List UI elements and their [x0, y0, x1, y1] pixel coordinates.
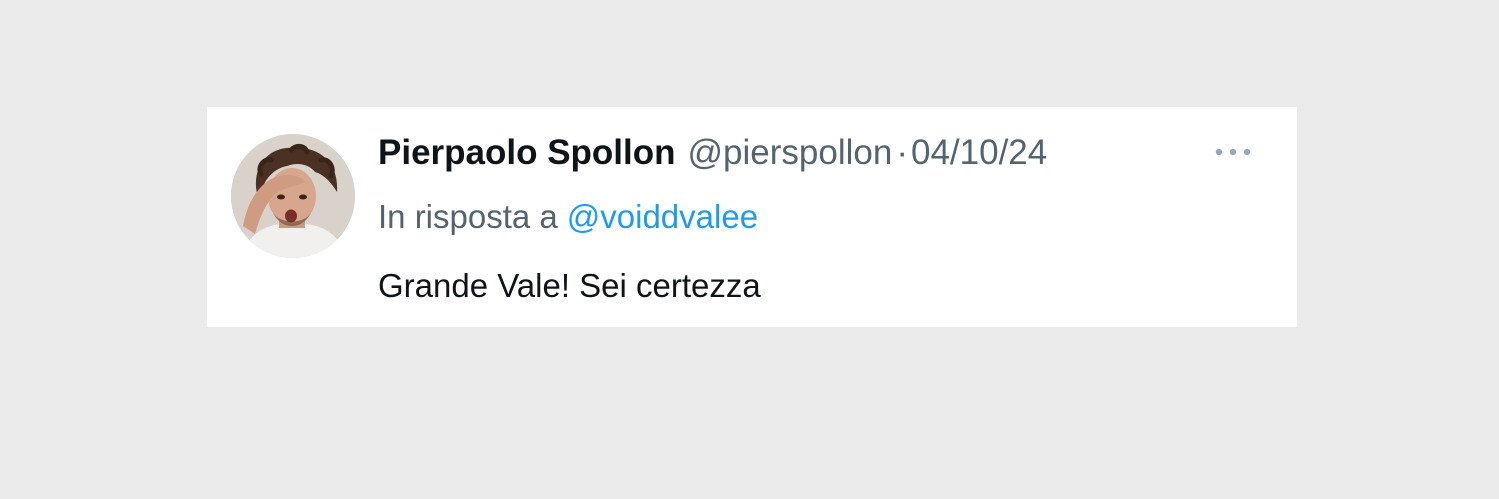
header-separator: ·: [896, 133, 908, 172]
more-horizontal-icon: [1215, 148, 1251, 156]
reply-mention-link[interactable]: @voiddvalee: [567, 198, 758, 235]
author-handle[interactable]: @pierspollon: [688, 131, 893, 175]
tweet-card[interactable]: Pierpaolo Spollon @pierspollon · 04/10/2…: [207, 107, 1297, 327]
avatar[interactable]: [231, 134, 355, 258]
tweet-header: Pierpaolo Spollon @pierspollon · 04/10/2…: [378, 131, 1047, 175]
tweet-timestamp[interactable]: 04/10/24: [911, 131, 1047, 175]
tweet-text: Grande Vale! Sei certezza: [378, 267, 761, 304]
reply-context: In risposta a @voiddvalee: [378, 195, 758, 239]
author-name[interactable]: Pierpaolo Spollon: [378, 131, 676, 175]
avatar-photo: [231, 134, 355, 258]
tweet-content: Pierpaolo Spollon @pierspollon · 04/10/2…: [378, 107, 1277, 327]
more-options-button[interactable]: [1211, 137, 1255, 167]
reply-prefix: In risposta a: [378, 198, 558, 235]
